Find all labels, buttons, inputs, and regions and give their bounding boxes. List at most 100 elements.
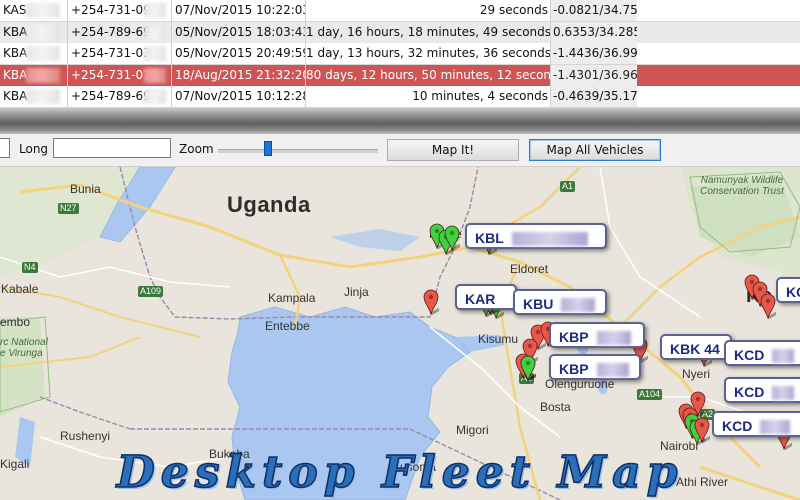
cell-coordinates: 0.6353/34.285	[551, 21, 638, 43]
zoom-slider-thumb[interactable]	[263, 141, 272, 156]
vehicle-marker-offline[interactable]	[694, 417, 710, 443]
long-label: Long	[19, 142, 49, 156]
vehicle-callout-label: KC	[786, 284, 800, 300]
cell-coordinates: -1.4301/36.967	[551, 64, 638, 86]
redacted-plate	[26, 3, 60, 18]
table-row[interactable]: KBA +254-789-693- 07/Nov/2015 10:12:28 10 m…	[0, 86, 800, 109]
table-row[interactable]: KBA +254-789-693- 05/Nov/2015 18:03:43 1 da…	[0, 21, 800, 44]
cell-duration: 1 day, 16 hours, 18 minutes, 49 seconds	[306, 21, 551, 43]
cell-last-seen: 18/Aug/2015 21:32:20	[172, 64, 306, 86]
vehicle-callout-label: KCD	[734, 347, 765, 363]
country-label-uganda: Uganda	[227, 192, 311, 217]
vehicle-callout-label: KBK 44	[670, 341, 720, 357]
place-kisumu: Kisumu	[478, 332, 519, 346]
redacted-plate	[511, 232, 588, 247]
road-shield-n27: N27	[58, 203, 79, 214]
redacted-phone	[144, 24, 166, 40]
place-kabale: Kabale	[1, 282, 39, 296]
place-migori: Migori	[456, 423, 489, 437]
redacted-plate	[26, 67, 60, 83]
redacted-plate	[596, 331, 631, 346]
vehicle-callout-label: KCD	[734, 384, 765, 400]
cell-coordinates: -1.4436/36.992	[551, 43, 638, 65]
redacted-phone	[144, 46, 166, 62]
cell-empty	[637, 0, 800, 21]
map-toolbar: Long Zoom Map It! Map All Vehicles	[0, 134, 800, 167]
cell-empty	[637, 64, 800, 86]
map-it-button[interactable]: Map It!	[387, 139, 519, 161]
cell-empty	[637, 86, 800, 108]
redacted-plate	[760, 420, 791, 435]
vehicle-callout-kbk[interactable]: KBK 44	[660, 334, 732, 360]
map-view[interactable]: Uganda Bunia Kampala Jinja Entebbe Mbale…	[0, 167, 800, 500]
park-rc-national: rc National	[0, 337, 48, 348]
vehicle-callout-kcd-3[interactable]: KCD	[712, 411, 800, 437]
park-virunga: e Virunga	[0, 348, 43, 359]
place-embo: embo	[0, 315, 31, 329]
road-shield-n4: N4	[22, 262, 38, 273]
vehicle-callout-label: KCD	[722, 418, 753, 434]
vehicle-callout-kar[interactable]: KAR	[455, 284, 517, 310]
place-rushenyi: Rushenyi	[60, 429, 111, 443]
vehicle-callout-label: KBP	[559, 329, 589, 345]
zoom-slider[interactable]	[218, 149, 378, 153]
cell-duration: 1 day, 13 hours, 32 minutes, 36 seconds	[306, 43, 551, 65]
vehicle-marker-offline[interactable]	[760, 293, 776, 319]
road-shield-a1: A1	[560, 181, 576, 192]
vehicle-callout-label: KBP	[559, 361, 589, 377]
redacted-plate	[772, 386, 795, 401]
redacted-plate	[26, 46, 60, 62]
cell-duration: 10 minutes, 4 seconds	[306, 86, 551, 108]
zoom-label: Zoom	[179, 142, 214, 156]
table-row[interactable]: KBA +254-731-036- 05/Nov/2015 20:49:59 1 da…	[0, 43, 800, 66]
vehicle-callout-kbp-2[interactable]: KBP	[549, 354, 641, 380]
vehicle-callout-label: KAR	[465, 291, 496, 307]
desktop-fleet-map-banner: Desktop Fleet Map	[116, 446, 684, 499]
place-eldoret: Eldoret	[510, 262, 549, 276]
cell-last-seen: 05/Nov/2015 20:49:59	[172, 43, 306, 65]
vehicle-callout-label: KBL	[475, 230, 504, 246]
redacted-phone	[144, 89, 166, 105]
long-field[interactable]	[53, 138, 171, 158]
place-entebbe: Entebbe	[265, 319, 310, 333]
cell-last-seen: 05/Nov/2015 18:03:43	[172, 21, 306, 43]
cell-empty	[637, 21, 800, 43]
vehicle-callout-kcd-2[interactable]: KCD	[724, 377, 800, 403]
vehicle-callout-kbp-1[interactable]: KBP	[549, 322, 645, 348]
cell-last-seen: 07/Nov/2015 10:22:03	[172, 0, 306, 21]
place-jinja: Jinja	[344, 285, 369, 299]
cell-last-seen: 07/Nov/2015 10:12:28	[172, 86, 306, 108]
lat-field[interactable]	[0, 138, 10, 158]
vehicle-marker-online[interactable]	[444, 225, 460, 251]
redacted-plate	[596, 363, 629, 378]
vehicle-callout-kbl[interactable]: KBL	[465, 223, 607, 249]
redacted-phone	[144, 3, 166, 18]
vehicle-marker-online[interactable]	[520, 355, 536, 381]
redacted-plate	[772, 349, 795, 364]
map-all-vehicles-button[interactable]: Map All Vehicles	[529, 139, 661, 161]
redacted-plate	[26, 24, 60, 40]
cell-empty	[637, 43, 800, 65]
road-shield-a104: A104	[637, 389, 663, 400]
place-bunia: Bunia	[70, 182, 101, 196]
vehicle-table: KAS +254-731-091- 07/Nov/2015 10:22:03 29 s…	[0, 0, 800, 109]
park-namunyak: Namunyak Wildlife Conservation Trust	[700, 175, 784, 197]
cell-coordinates: -0.0821/34.7556	[551, 0, 638, 21]
vehicle-callout-kbu[interactable]: KBU	[513, 289, 607, 315]
road-shield-a109: A109	[138, 286, 164, 297]
redacted-plate	[561, 298, 596, 313]
cell-duration: 29 seconds	[306, 0, 551, 21]
table-row[interactable]: KAS +254-731-091- 07/Nov/2015 10:22:03 29 s…	[0, 0, 800, 22]
vehicle-marker-offline[interactable]	[423, 289, 439, 315]
place-bosta: Bosta	[540, 400, 571, 414]
cell-duration: 80 days, 12 hours, 50 minutes, 12 second…	[306, 64, 551, 86]
place-nyeri: Nyeri	[682, 367, 711, 381]
vehicle-callout-kcd-1[interactable]: KCD	[724, 340, 800, 366]
place-kampala: Kampala	[268, 291, 316, 305]
redacted-phone	[144, 67, 166, 83]
splitter-bar[interactable]	[0, 108, 800, 134]
vehicle-callout-kc[interactable]: KC	[776, 277, 800, 303]
vehicle-callout-label: KBU	[523, 296, 554, 312]
redacted-plate	[26, 89, 60, 105]
table-row[interactable]: KBA +254-731-014- 18/Aug/2015 21:32:20 80 d…	[0, 64, 800, 87]
